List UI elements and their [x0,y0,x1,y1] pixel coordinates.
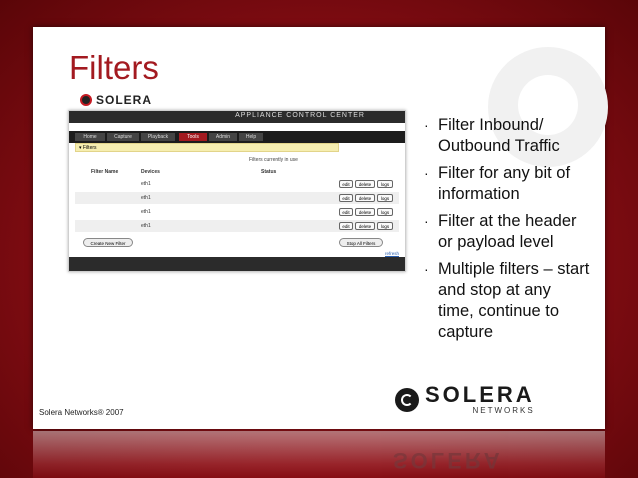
tab-playback[interactable]: Playback [141,133,175,141]
breadcrumb: ▾ Filters [75,143,339,152]
refresh-link[interactable]: refresh [385,251,399,256]
tab-admin[interactable]: Admin [209,133,237,141]
delete-button[interactable]: delete [355,208,375,216]
small-logo-text: SOLERA [96,93,153,107]
bullet-item: · Multiple filters – start and stop at an… [424,260,590,341]
logo-icon [395,387,419,412]
filter-device: eth1 [141,209,151,215]
filter-device: eth1 [141,195,151,201]
edit-button[interactable]: edit [339,180,353,188]
app-screenshot: APPLIANCE CONTROL CENTER Home Capture Pl… [68,110,406,272]
bullet-item: · Filter at the header or payload level [424,212,577,251]
delete-button[interactable]: delete [355,222,375,230]
table-row: eth1 edit delete logs [75,220,399,232]
reflection-logo: SOLERA [393,448,503,473]
slide-reflection: SOLERA [33,431,605,478]
edit-button[interactable]: edit [339,208,353,216]
logs-button[interactable]: logs [377,222,393,230]
app-nav: Home Capture Playback Tools Admin Help [69,131,405,143]
logs-button[interactable]: logs [377,194,393,202]
logo-text: SOLERA [425,382,535,407]
create-filter-button[interactable]: Create New Filter [83,238,133,247]
tab-home[interactable]: Home [75,133,105,141]
table-row: eth1 edit delete logs [75,178,399,190]
logo-icon [80,94,92,106]
small-logo: SOLERA [80,93,152,107]
logs-button[interactable]: logs [377,208,393,216]
bullet-item: · Filter for any bit of information [424,164,571,203]
edit-button[interactable]: edit [339,222,353,230]
column-header-devices: Devices [141,169,160,175]
slide: Filters SOLERA APPLIANCE CONTROL CENTER … [33,27,608,429]
column-header-filter-name: Filter Name [91,169,119,175]
app-title: APPLIANCE CONTROL CENTER [235,112,365,119]
filter-device: eth1 [141,223,151,229]
table-row: eth1 edit delete logs [75,192,399,204]
column-header-status: Status [261,169,277,175]
bullet-item: · Filter Inbound/ Outbound Traffic [424,116,560,155]
delete-button[interactable]: delete [355,194,375,202]
bullet-list: · Filter Inbound/ Outbound Traffic · Filte… [421,115,591,349]
app-footer [69,257,405,271]
delete-button[interactable]: delete [355,180,375,188]
filter-summary: Filters currently in use [249,157,298,163]
logs-button[interactable]: logs [377,180,393,188]
stop-all-filters-button[interactable]: Stop All Filters [339,238,383,247]
breadcrumb-label: Filters [82,145,97,151]
footer-copyright: Solera Networks® 2007 [39,408,124,417]
app-header: APPLIANCE CONTROL CENTER [69,111,405,123]
logo-subtext: NETWORKS [472,406,535,415]
edit-button[interactable]: edit [339,194,353,202]
tab-capture[interactable]: Capture [107,133,139,141]
tab-help[interactable]: Help [239,133,263,141]
solera-logo: SOLERA NETWORKS [395,384,535,415]
table-row: eth1 edit delete logs [75,206,399,218]
slide-title: Filters [69,49,159,86]
filter-device: eth1 [141,181,151,187]
tab-tools[interactable]: Tools [179,133,207,141]
